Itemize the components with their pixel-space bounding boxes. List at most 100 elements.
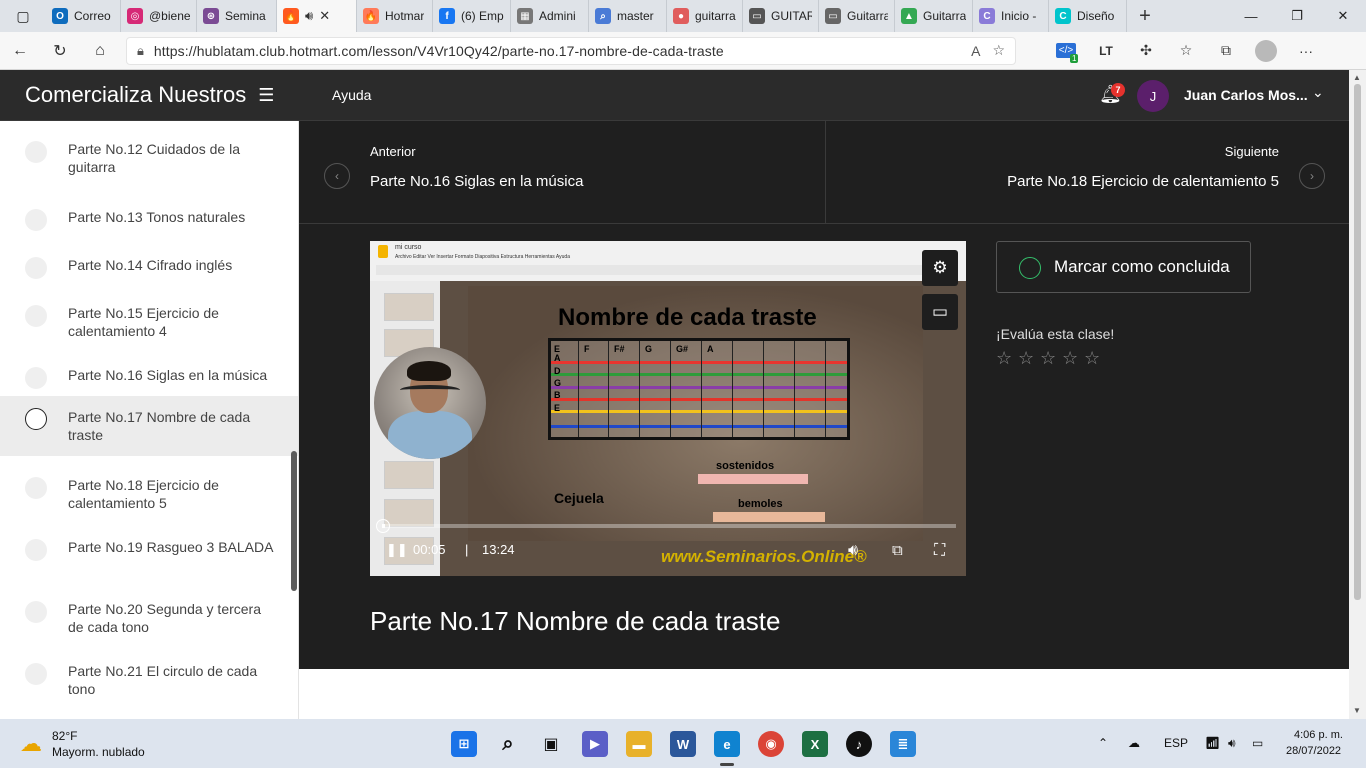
- task-view-icon[interactable]: ▣: [538, 731, 564, 757]
- browser-tab[interactable]: C Diseño: [1049, 0, 1127, 32]
- browser-tab[interactable]: ⌕ master: [589, 0, 667, 32]
- clock-date[interactable]: 28/07/2022: [1286, 745, 1341, 757]
- favorites-icon[interactable]: ☆: [1166, 32, 1206, 70]
- previous-label[interactable]: Anterior: [370, 144, 416, 159]
- audio-playing-icon[interactable]: 🔊︎: [305, 8, 313, 24]
- word-icon[interactable]: W: [670, 731, 696, 757]
- rating-star-icon[interactable]: ☆: [1062, 348, 1081, 369]
- chevron-right-icon[interactable]: ›: [1299, 163, 1325, 189]
- sidebar-scrollbar[interactable]: [291, 451, 297, 591]
- search-icon[interactable]: ⌕: [495, 731, 521, 757]
- tab-label: Inicio -: [1001, 9, 1037, 23]
- battery-icon[interactable]: ▭: [1252, 736, 1263, 750]
- extension-lt-icon[interactable]: LT: [1086, 32, 1126, 70]
- page-scrollbar[interactable]: ▲ ▼: [1349, 70, 1366, 719]
- rating-star-icon[interactable]: ☆: [1040, 348, 1059, 369]
- sidebar-lesson-item[interactable]: Parte No.18 Ejercicio de calentamiento 5: [0, 457, 298, 519]
- browser-tab[interactable]: 🔥 🔊︎ ✕: [277, 0, 357, 32]
- chevron-up-icon[interactable]: ⌃: [1098, 736, 1108, 750]
- video-progress-bar[interactable]: [382, 524, 956, 528]
- extension-devtools-icon[interactable]: </> 1: [1046, 32, 1086, 70]
- more-menu-icon[interactable]: ···: [1286, 32, 1326, 70]
- browser-tab[interactable]: ◎ @biene: [121, 0, 197, 32]
- home-icon[interactable]: ⌂: [80, 32, 120, 70]
- weather-icon[interactable]: ☁: [20, 731, 42, 757]
- browser-tab[interactable]: ▦ Admini: [511, 0, 589, 32]
- fret-header: F#: [614, 344, 625, 354]
- scroll-down-icon[interactable]: ▼: [1353, 706, 1361, 715]
- feedback-icon[interactable]: ▭: [922, 294, 958, 330]
- fullscreen-icon[interactable]: ⛶: [934, 542, 945, 560]
- browser-tab[interactable]: ▭ GUITAR: [743, 0, 819, 32]
- back-icon[interactable]: ←: [0, 32, 40, 70]
- sidebar-lesson-item[interactable]: Parte No.12 Cuidados de la guitarra: [0, 121, 298, 183]
- browser-tab[interactable]: 🔥 Hotmar: [357, 0, 433, 32]
- browser-tab[interactable]: ▲ Guitarra: [895, 0, 973, 32]
- progress-knob[interactable]: [376, 519, 390, 533]
- close-window-icon[interactable]: ✕: [1320, 0, 1366, 32]
- cloud-icon[interactable]: ☁: [1128, 736, 1140, 750]
- page-scroll-thumb[interactable]: [1354, 84, 1361, 600]
- pause-icon[interactable]: ❚❚: [386, 542, 408, 558]
- browser-tab[interactable]: O Correo: [46, 0, 121, 32]
- video-player[interactable]: mi curso Archivo Editar Ver Insertar For…: [370, 241, 966, 576]
- weather-desc[interactable]: Mayorm. nublado: [52, 745, 145, 759]
- chevron-left-icon[interactable]: ‹: [324, 163, 350, 189]
- collections-icon[interactable]: ⧉: [1206, 32, 1246, 70]
- rating-star-icon[interactable]: ☆: [996, 348, 1015, 369]
- tab-actions-icon[interactable]: ▢: [0, 0, 46, 32]
- rating-star-icon[interactable]: ☆: [1084, 348, 1103, 369]
- refresh-icon[interactable]: ↻: [40, 32, 80, 70]
- next-lesson-link[interactable]: Parte No.18 Ejercicio de calentamiento 5: [1007, 173, 1279, 190]
- restore-icon[interactable]: ❐: [1274, 0, 1320, 32]
- browser-tab[interactable]: ● guitarra: [667, 0, 743, 32]
- browser-tab[interactable]: ⊛ Semina: [197, 0, 277, 32]
- hamburger-menu-icon[interactable]: ☰: [258, 85, 274, 106]
- favorite-add-icon[interactable]: ☆: [992, 42, 1005, 59]
- browser-tab[interactable]: ▭ Guitarra: [819, 0, 895, 32]
- file-explorer-icon[interactable]: ▬: [626, 731, 652, 757]
- address-bar[interactable]: 🔒︎ https://hublatam.club.hotmart.com/les…: [126, 36, 1016, 65]
- chrome-icon[interactable]: ◉: [758, 731, 784, 757]
- new-tab-button[interactable]: +: [1127, 0, 1163, 32]
- close-tab-icon[interactable]: ✕: [319, 8, 330, 24]
- sidebar-lesson-item[interactable]: Parte No.21 El circulo de cada tono: [0, 643, 298, 705]
- windows-start-icon[interactable]: ⊞: [451, 731, 477, 757]
- browser-tab[interactable]: C Inicio -: [973, 0, 1049, 32]
- picture-in-picture-icon[interactable]: ⧉: [892, 542, 903, 559]
- wifi-icon[interactable]: 📶︎: [1205, 736, 1220, 750]
- settings-icon[interactable]: ⚙: [922, 250, 958, 286]
- avatar[interactable]: J: [1137, 80, 1169, 112]
- profile-icon[interactable]: [1246, 32, 1286, 70]
- volume-icon[interactable]: 🔊︎: [848, 542, 858, 560]
- previous-lesson-link[interactable]: Parte No.16 Siglas en la música: [370, 173, 583, 190]
- language-indicator[interactable]: ESP: [1164, 736, 1188, 750]
- sidebar-lesson-item[interactable]: Parte No.20 Segunda y tercera de cada to…: [0, 581, 298, 643]
- clock-time[interactable]: 4:06 p. m.: [1294, 729, 1343, 741]
- excel-icon[interactable]: X: [802, 731, 828, 757]
- mark-complete-button[interactable]: Marcar como concluida: [996, 241, 1251, 293]
- extensions-icon[interactable]: ✣: [1126, 32, 1166, 70]
- chevron-down-icon[interactable]: ⌄: [1312, 84, 1324, 101]
- scroll-up-icon[interactable]: ▲: [1353, 73, 1361, 82]
- rating-star-icon[interactable]: ☆: [1018, 348, 1037, 369]
- edge-icon[interactable]: e: [714, 731, 740, 757]
- minimize-icon[interactable]: —: [1228, 0, 1274, 32]
- sidebar-lesson-item[interactable]: Parte No.15 Ejercicio de calentamiento 4: [0, 285, 298, 347]
- taskbar: ☁ 82°F Mayorm. nublado ⊞ ⌕ ▣ ▶ ▬ W e ◉ X…: [0, 719, 1366, 768]
- read-aloud-icon[interactable]: A: [971, 43, 980, 59]
- help-link[interactable]: Ayuda: [332, 87, 371, 103]
- active-app-indicator: [720, 763, 734, 766]
- weather-temp[interactable]: 82°F: [52, 729, 77, 743]
- speaker-icon[interactable]: 🔊︎: [1228, 736, 1236, 751]
- chat-icon[interactable]: ▶: [582, 731, 608, 757]
- sidebar-lesson-item[interactable]: Parte No.17 Nombre de cada traste: [0, 396, 298, 456]
- fret-line: [794, 341, 795, 437]
- next-label[interactable]: Siguiente: [1225, 144, 1279, 159]
- user-name[interactable]: Juan Carlos Mos...: [1184, 87, 1308, 103]
- tiktok-icon[interactable]: ♪: [846, 731, 872, 757]
- browser-tab[interactable]: f (6) Emp: [433, 0, 511, 32]
- sidebar-lesson-item[interactable]: Parte No.19 Rasgueo 3 BALADA: [0, 519, 298, 581]
- notepad-icon[interactable]: ≣: [890, 731, 916, 757]
- mark-complete-label: Marcar como concluida: [1054, 257, 1230, 276]
